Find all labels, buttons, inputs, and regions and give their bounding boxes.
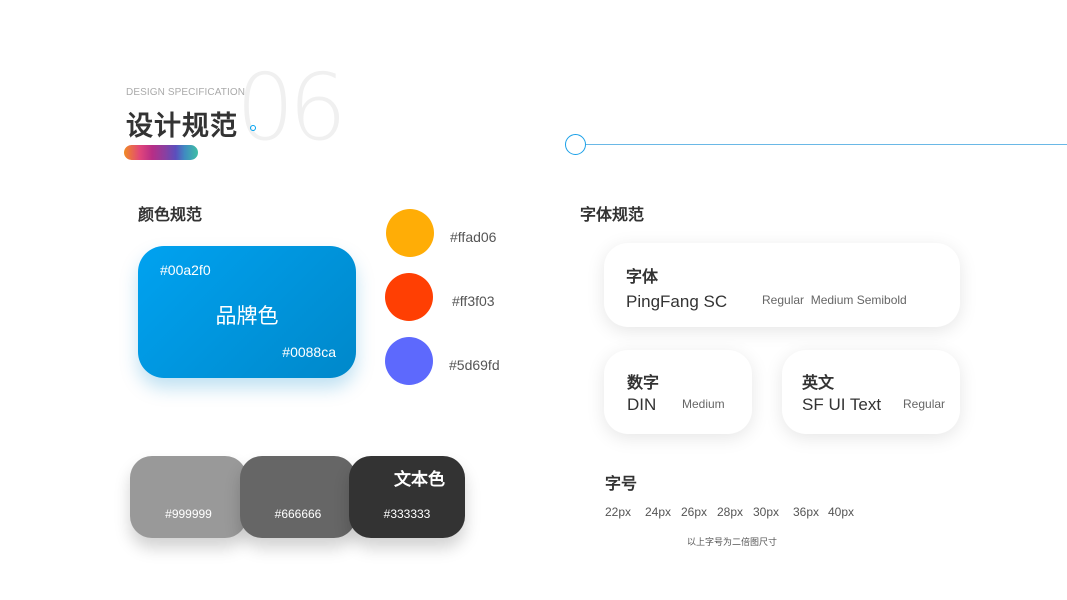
english-font-family: SF UI Text bbox=[802, 395, 882, 414]
page-title: 设计规范 bbox=[126, 111, 238, 141]
color-section-heading: 颜色规范 bbox=[138, 207, 203, 224]
number-font-caption: 数字 bbox=[627, 375, 660, 392]
font-size-value: 24px bbox=[645, 505, 672, 519]
swatch-blue bbox=[385, 337, 433, 385]
font-size-note: 以上字号为二倍图尺寸 bbox=[687, 537, 778, 547]
font-size-value: 26px bbox=[681, 505, 708, 519]
gray-block-medium: #666666 bbox=[240, 456, 356, 538]
font-section-heading: 字体规范 bbox=[580, 207, 645, 224]
gradient-bar-decoration bbox=[124, 145, 198, 160]
brand-gradient-start-hex: #00a2f0 bbox=[160, 262, 211, 278]
gray-block-dark: 文本色 #333333 bbox=[349, 456, 465, 538]
font-size-value: 22px bbox=[605, 505, 632, 519]
swatch-blue-hex: #5d69fd bbox=[449, 357, 500, 373]
swatch-orange-hex: #ffad06 bbox=[450, 229, 497, 245]
gray-dark-hex: #333333 bbox=[383, 507, 431, 521]
font-size-list: 22px 24px 26px 28px 30px 36px 40px bbox=[605, 505, 854, 519]
timeline-circle bbox=[565, 134, 586, 155]
swatch-orange bbox=[386, 209, 434, 257]
main-font-weights: Regular Medium Semibold bbox=[762, 293, 907, 307]
section-number: 06 bbox=[236, 54, 347, 161]
timeline-line bbox=[586, 144, 1067, 145]
font-size-value: 28px bbox=[717, 505, 744, 519]
font-size-heading: 字号 bbox=[605, 476, 638, 493]
number-font-weight: Medium bbox=[682, 397, 725, 411]
brand-color-card: #00a2f0 品牌色 #0088ca bbox=[138, 246, 356, 378]
brand-color-label: 品牌色 bbox=[215, 305, 279, 328]
gray-light-hex: #999999 bbox=[165, 507, 212, 521]
font-size-value: 40px bbox=[828, 505, 855, 519]
main-font-family: PingFang SC bbox=[626, 292, 728, 311]
english-font-card: 英文 SF UI Text Regular bbox=[782, 350, 960, 434]
gray-medium-hex: #666666 bbox=[274, 507, 322, 521]
swatch-red bbox=[385, 273, 433, 321]
brand-gradient-end-hex: #0088ca bbox=[282, 344, 336, 360]
main-font-card: 字体 PingFang SC Regular Medium Semibold bbox=[604, 243, 960, 327]
english-font-caption: 英文 bbox=[802, 375, 835, 392]
title-dot-decoration bbox=[250, 125, 256, 131]
gray-block-light: #999999 bbox=[130, 456, 247, 538]
page-eyebrow: DESIGN SPECIFICATION bbox=[126, 87, 246, 98]
text-color-label: 文本色 bbox=[394, 470, 445, 489]
font-size-value: 36px bbox=[793, 505, 820, 519]
main-font-caption: 字体 bbox=[626, 269, 659, 286]
swatch-red-hex: #ff3f03 bbox=[452, 293, 495, 309]
number-font-family: DIN bbox=[627, 395, 657, 414]
english-font-weight: Regular bbox=[903, 397, 946, 411]
number-font-card: 数字 DIN Medium bbox=[604, 350, 752, 434]
font-size-value: 30px bbox=[753, 505, 780, 519]
